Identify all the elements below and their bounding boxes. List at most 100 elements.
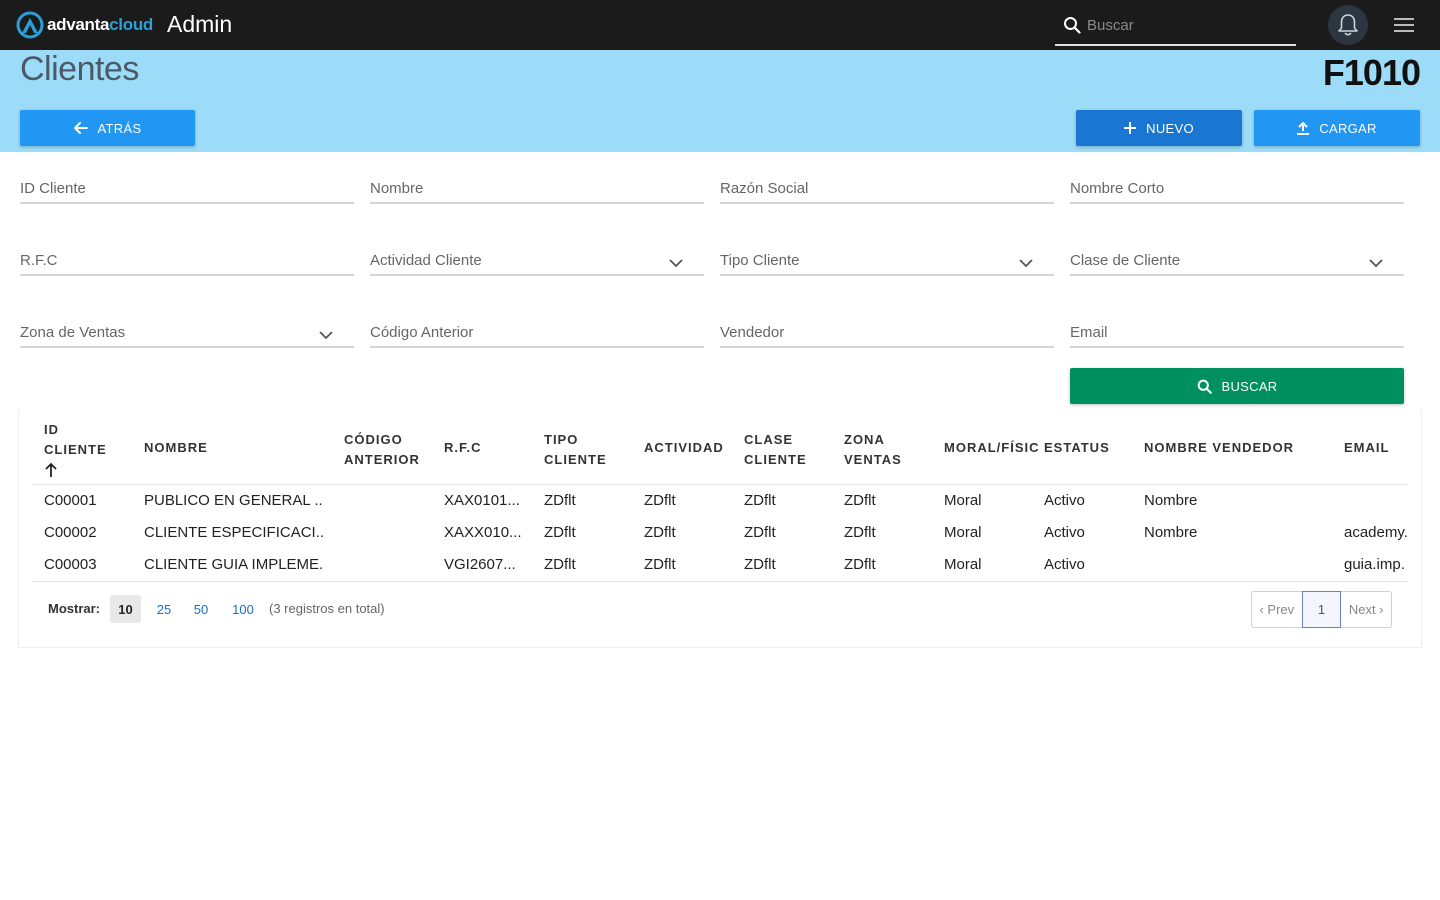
cell-actividad: ZDflt (644, 492, 676, 509)
th-nombre[interactable]: NOMBRE (144, 438, 208, 458)
cell-vendedor: Nombre (1144, 524, 1198, 541)
cell-clase: ZDflt (744, 556, 776, 573)
cell-rfc: VGI2607... (444, 556, 516, 573)
clase-cliente-select[interactable]: Clase de Cliente (1070, 242, 1404, 276)
th-moral-fisica[interactable]: MORAL/FÍSIC (944, 438, 1038, 458)
upload-label: CARGAR (1319, 120, 1377, 136)
search-input[interactable] (1087, 12, 1287, 38)
logo-icon (16, 11, 44, 39)
zona-ventas-select[interactable]: Zona de Ventas (20, 314, 354, 348)
cell-zona: ZDflt (844, 492, 876, 509)
cell-estatus: Activo (1044, 492, 1085, 509)
page-size-100[interactable]: 100 (226, 595, 260, 623)
email-field[interactable]: Email (1070, 314, 1404, 348)
page-title: Clientes (20, 50, 139, 88)
vendedor-field[interactable]: Vendedor (720, 314, 1054, 348)
notifications-button[interactable] (1328, 5, 1368, 45)
tipo-cliente-select[interactable]: Tipo Cliente (720, 242, 1054, 276)
cell-moral: Moral (944, 556, 982, 573)
th-estatus[interactable]: ESTATUS (1044, 438, 1110, 458)
cell-estatus: Activo (1044, 556, 1085, 573)
next-page-button[interactable]: Next › (1341, 592, 1391, 627)
logo[interactable]: advantacloud (16, 11, 153, 39)
th-tipo-cliente[interactable]: TIPO CLIENTE (544, 430, 607, 470)
nombre-corto-label: Nombre Corto (1070, 180, 1165, 197)
rfc-field[interactable]: R.F.C (20, 242, 354, 276)
razon-social-field[interactable]: Razón Social (720, 170, 1054, 204)
razon-social-label: Razón Social (720, 180, 809, 197)
new-button[interactable]: NUEVO (1076, 110, 1242, 146)
th-email[interactable]: EMAIL (1344, 438, 1389, 458)
page-size-25[interactable]: 25 (150, 595, 178, 623)
cell-vendedor: Nombre (1144, 492, 1198, 509)
hamburger-icon[interactable] (1392, 14, 1416, 36)
id-cliente-label: ID Cliente (20, 180, 86, 197)
back-label: ATRÁS (97, 120, 142, 136)
bell-icon (1338, 14, 1358, 36)
global-search[interactable] (1055, 4, 1296, 46)
cell-nombre: CLIENTE ESPECIFICACI... (144, 524, 324, 541)
top-bar: advantacloud Admin (0, 0, 1440, 50)
new-label: NUEVO (1146, 120, 1194, 136)
nombre-field[interactable]: Nombre (370, 170, 704, 204)
th-actividad[interactable]: ACTIVIDAD (644, 438, 724, 458)
cell-id: C00003 (44, 556, 97, 573)
back-button[interactable]: ATRÁS (20, 110, 195, 146)
th-nombre-vendedor[interactable]: NOMBRE VENDEDOR (1144, 438, 1294, 458)
logo-text: advantacloud (47, 15, 153, 34)
chevron-down-icon (319, 331, 333, 340)
arrow-left-icon (73, 122, 88, 134)
sort-ascending-icon[interactable] (44, 462, 58, 478)
nombre-corto-field[interactable]: Nombre Corto (1070, 170, 1404, 204)
cell-id: C00002 (44, 524, 97, 541)
page-code: F1010 (1322, 52, 1421, 93)
cell-moral: Moral (944, 492, 982, 509)
cell-tipo: ZDflt (544, 524, 576, 541)
th-zona-ventas[interactable]: ZONA VENTAS (844, 430, 902, 470)
nombre-label: Nombre (370, 180, 424, 197)
id-cliente-field[interactable]: ID Cliente (20, 170, 354, 204)
th-id-cliente[interactable]: ID CLIENTE (44, 420, 107, 460)
cell-tipo: ZDflt (544, 556, 576, 573)
cell-clase: ZDflt (744, 492, 776, 509)
codigo-anterior-field[interactable]: Código Anterior (370, 314, 704, 348)
plus-icon (1124, 122, 1137, 134)
page-header: Clientes F1010 ATRÁS NUEVO CARGAR (0, 50, 1440, 152)
cell-rfc: XAXX010... (444, 524, 522, 541)
cell-estatus: Activo (1044, 524, 1085, 541)
actividad-cliente-select[interactable]: Actividad Cliente (370, 242, 704, 276)
th-rfc[interactable]: R.F.C (444, 438, 482, 458)
codigo-anterior-label: Código Anterior (370, 324, 474, 341)
th-codigo-anterior[interactable]: CÓDIGO ANTERIOR (344, 430, 420, 470)
search-icon (1064, 17, 1081, 34)
page-size-10[interactable]: 10 (110, 595, 141, 623)
chevron-down-icon (669, 259, 683, 268)
cell-tipo: ZDflt (544, 492, 576, 509)
cell-clase: ZDflt (744, 524, 776, 541)
page-size-50[interactable]: 50 (187, 595, 215, 623)
app-title: Admin (167, 11, 233, 37)
clase-cliente-label: Clase de Cliente (1070, 252, 1181, 269)
upload-button[interactable]: CARGAR (1254, 110, 1420, 146)
actividad-cliente-label: Actividad Cliente (370, 252, 482, 269)
cell-email: guia.imp. (1344, 556, 1405, 573)
cell-actividad: ZDflt (644, 556, 676, 573)
email-label: Email (1070, 324, 1108, 341)
table-footer-divider (32, 581, 1408, 582)
prev-page-button[interactable]: ‹ Prev (1252, 592, 1302, 627)
cell-rfc: XAX0101... (444, 492, 520, 509)
search-button[interactable]: BUSCAR (1070, 368, 1404, 404)
page-size-label: Mostrar: (48, 601, 101, 616)
upload-icon (1297, 121, 1310, 135)
rfc-label: R.F.C (20, 252, 58, 269)
cell-nombre: CLIENTE GUIA IMPLEME... (144, 556, 324, 573)
table-header-divider (32, 484, 1408, 485)
vendedor-label: Vendedor (720, 324, 785, 341)
cell-nombre: PUBLICO EN GENERAL ... (144, 492, 324, 509)
zona-ventas-label: Zona de Ventas (20, 324, 126, 341)
cell-email: academy. (1344, 524, 1408, 541)
current-page[interactable]: 1 (1301, 591, 1342, 628)
search-icon (1197, 379, 1212, 394)
th-clase-cliente[interactable]: CLASE CLIENTE (744, 430, 807, 470)
chevron-down-icon (1369, 259, 1383, 268)
